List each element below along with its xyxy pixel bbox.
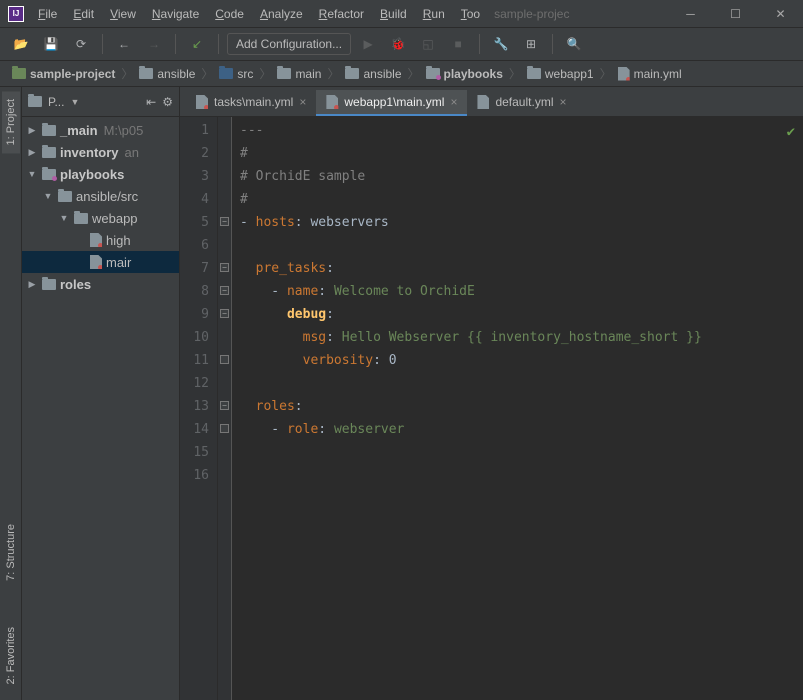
file-icon bbox=[477, 95, 489, 109]
menu-build[interactable]: Build bbox=[372, 3, 415, 25]
collapse-icon[interactable]: ⇤ bbox=[146, 95, 156, 109]
menu-view[interactable]: View bbox=[102, 3, 144, 25]
run-icon[interactable]: ▶ bbox=[355, 31, 381, 57]
file-icon bbox=[196, 95, 208, 109]
folder-icon bbox=[42, 279, 56, 290]
editor-area: tasks\main.yml×webapp1\main.yml×default.… bbox=[180, 87, 803, 700]
search-icon[interactable]: 🔍 bbox=[561, 31, 587, 57]
tree-row[interactable]: ▶_mainM:\p05 bbox=[22, 119, 179, 141]
folder-icon bbox=[42, 147, 56, 158]
folder-icon bbox=[42, 125, 56, 136]
stop-icon[interactable]: ■ bbox=[445, 31, 471, 57]
fold-icon[interactable]: − bbox=[220, 263, 229, 272]
breadcrumb-item[interactable]: main.yml bbox=[614, 67, 686, 81]
structure-icon[interactable]: ⊞ bbox=[518, 31, 544, 57]
fold-icon[interactable] bbox=[220, 355, 229, 364]
app-icon: IJ bbox=[8, 6, 24, 22]
editor-tab[interactable]: default.yml× bbox=[467, 90, 576, 116]
folder-icon bbox=[58, 191, 72, 202]
breadcrumb-item[interactable]: ansible bbox=[341, 67, 405, 81]
pane-title[interactable]: P... bbox=[48, 95, 64, 109]
tree-row[interactable]: ▼ansible/src bbox=[22, 185, 179, 207]
menu-code[interactable]: Code bbox=[207, 3, 252, 25]
tab-structure[interactable]: 7: Structure bbox=[2, 516, 20, 589]
menu-refactor[interactable]: Refactor bbox=[311, 3, 372, 25]
menu-run[interactable]: Run bbox=[415, 3, 453, 25]
gear-icon[interactable]: ⚙ bbox=[162, 95, 173, 109]
folder-icon bbox=[139, 68, 153, 79]
fold-icon[interactable]: − bbox=[220, 309, 229, 318]
line-gutter: 12345678910111213141516 bbox=[180, 117, 218, 700]
editor-tab[interactable]: webapp1\main.yml× bbox=[316, 90, 467, 116]
folder-icon bbox=[74, 213, 88, 224]
file-red-icon bbox=[90, 255, 102, 269]
tree-row[interactable]: high bbox=[22, 229, 179, 251]
project-pane: P... ▼ ⇤ ⚙ ▶_mainM:\p05▶inventoryan▼play… bbox=[22, 87, 180, 700]
file-icon bbox=[326, 95, 338, 109]
code-editor[interactable]: ✔ ---## OrchidE sample#- hosts: webserve… bbox=[232, 117, 803, 700]
title-bar: IJ FileEditViewNavigateCodeAnalyzeRefact… bbox=[0, 0, 803, 28]
open-icon[interactable]: 📂 bbox=[8, 31, 34, 57]
tree-row[interactable]: ▼webapp bbox=[22, 207, 179, 229]
tree-row[interactable]: ▼playbooks bbox=[22, 163, 179, 185]
editor-tab[interactable]: tasks\main.yml× bbox=[186, 90, 316, 116]
folder-icon bbox=[345, 68, 359, 79]
menu-analyze[interactable]: Analyze bbox=[252, 3, 311, 25]
close-icon[interactable]: × bbox=[299, 95, 306, 109]
inspection-ok-icon: ✔ bbox=[787, 121, 795, 144]
tab-project[interactable]: 1: Project bbox=[2, 91, 20, 153]
tree-row[interactable]: mair bbox=[22, 251, 179, 273]
module-icon bbox=[12, 68, 26, 79]
window-title: sample-projec bbox=[494, 7, 569, 21]
toolbar: 📂 💾 ⟳ ← → ↙ Add Configuration... ▶ 🐞 ◱ ■… bbox=[0, 28, 803, 61]
breadcrumb-item[interactable]: playbooks bbox=[422, 67, 507, 81]
menu-too[interactable]: Too bbox=[453, 3, 488, 25]
fold-icon[interactable]: − bbox=[220, 286, 229, 295]
back-icon[interactable]: ← bbox=[111, 31, 137, 57]
build-icon[interactable]: ↙ bbox=[184, 31, 210, 57]
save-icon[interactable]: 💾 bbox=[38, 31, 64, 57]
forward-icon[interactable]: → bbox=[141, 31, 167, 57]
file-red-icon bbox=[618, 67, 630, 81]
folder-icon bbox=[527, 68, 541, 79]
tree-row[interactable]: ▶inventoryan bbox=[22, 141, 179, 163]
breadcrumb-item[interactable]: sample-project bbox=[8, 67, 119, 81]
fold-icon[interactable] bbox=[220, 424, 229, 433]
src-icon bbox=[219, 68, 233, 79]
refresh-icon[interactable]: ⟳ bbox=[68, 31, 94, 57]
breadcrumb-item[interactable]: ansible bbox=[135, 67, 199, 81]
tab-favorites[interactable]: 2: Favorites bbox=[2, 619, 20, 692]
left-gutter: 1: Project 7: Structure 2: Favorites bbox=[0, 87, 22, 700]
close-icon[interactable]: × bbox=[559, 95, 566, 109]
minimize-button[interactable]: ─ bbox=[668, 0, 713, 28]
breadcrumb-item[interactable]: src bbox=[215, 67, 257, 81]
close-icon[interactable]: × bbox=[450, 95, 457, 109]
folder-icon bbox=[277, 68, 291, 79]
pkg-icon bbox=[426, 68, 440, 79]
breadcrumb-item[interactable]: main bbox=[273, 67, 325, 81]
fold-icon[interactable]: − bbox=[220, 217, 229, 226]
debug-icon[interactable]: 🐞 bbox=[385, 31, 411, 57]
fold-icon[interactable]: − bbox=[220, 401, 229, 410]
pkg-icon bbox=[42, 169, 56, 180]
breadcrumb: sample-project〉ansible〉src〉main〉ansible〉… bbox=[0, 61, 803, 87]
folder-icon bbox=[28, 96, 42, 107]
menu-edit[interactable]: Edit bbox=[65, 3, 102, 25]
menu-navigate[interactable]: Navigate bbox=[144, 3, 207, 25]
wrench-icon[interactable]: 🔧 bbox=[488, 31, 514, 57]
run-config-combo[interactable]: Add Configuration... bbox=[227, 33, 351, 55]
file-red-icon bbox=[90, 233, 102, 247]
fold-strip: − − − − − bbox=[218, 117, 232, 700]
coverage-icon[interactable]: ◱ bbox=[415, 31, 441, 57]
maximize-button[interactable]: ☐ bbox=[713, 0, 758, 28]
menu-file[interactable]: File bbox=[30, 3, 65, 25]
tree-row[interactable]: ▶roles bbox=[22, 273, 179, 295]
breadcrumb-item[interactable]: webapp1 bbox=[523, 67, 598, 81]
close-button[interactable]: ✕ bbox=[758, 0, 803, 28]
